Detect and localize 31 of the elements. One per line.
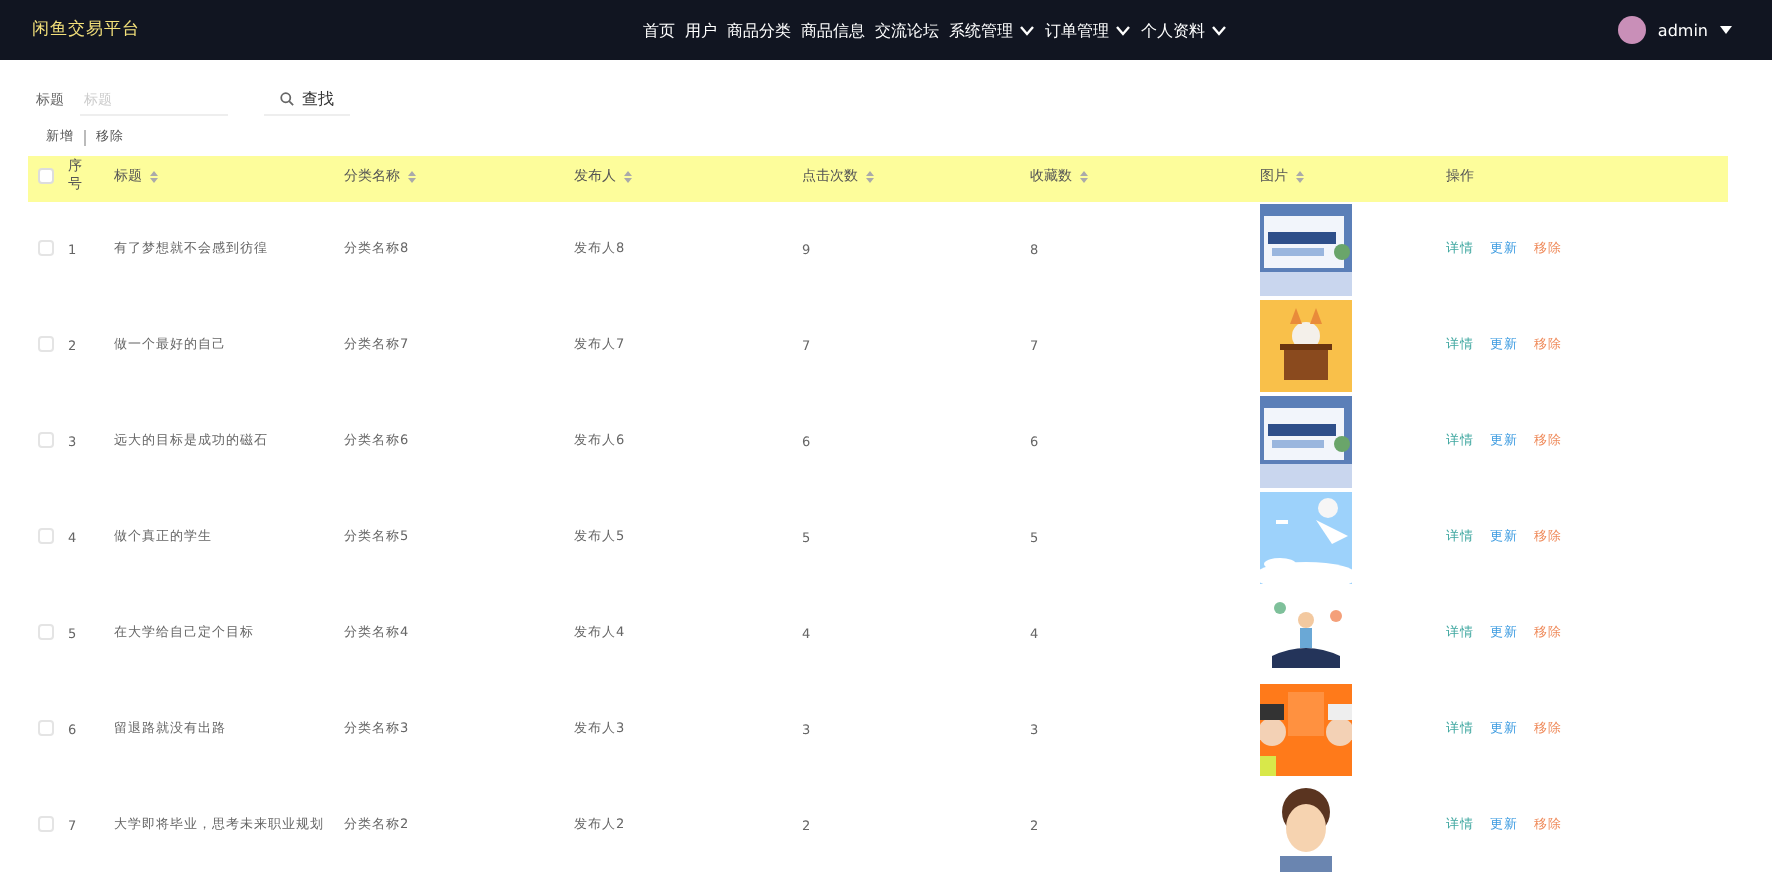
checkbox[interactable] — [38, 239, 54, 255]
checkbox[interactable] — [38, 168, 54, 185]
sort-icon[interactable] — [150, 169, 158, 184]
caret-icon — [1212, 25, 1227, 35]
nav-item[interactable]: 订单管理 — [1044, 19, 1131, 41]
sort-icon[interactable] — [1296, 169, 1304, 184]
user-menu[interactable]: admin — [1657, 21, 1708, 39]
app-title: 闲鱼交易平台 — [32, 18, 142, 42]
checkbox[interactable] — [38, 335, 54, 351]
nav-item[interactable]: 用户 — [684, 19, 717, 41]
nav-item[interactable]: 首页 — [642, 19, 675, 41]
nav-item[interactable]: 商品信息 — [800, 19, 865, 41]
checkbox[interactable] — [38, 527, 54, 543]
checkbox[interactable] — [38, 623, 54, 639]
search-button[interactable]: 查找 — [264, 84, 350, 116]
nav-item[interactable]: 系统管理 — [948, 19, 1035, 41]
avatar[interactable] — [1617, 16, 1646, 44]
checkbox[interactable] — [38, 815, 54, 831]
caret-icon — [1720, 26, 1732, 34]
checkbox[interactable] — [38, 431, 54, 447]
search-icon — [280, 92, 294, 106]
nav-item[interactable]: 个人资料 — [1140, 19, 1227, 41]
sort-icon[interactable] — [624, 169, 632, 184]
sort-icon[interactable] — [408, 169, 416, 184]
sort-icon[interactable] — [1080, 169, 1088, 184]
caret-icon — [1020, 25, 1035, 35]
caret-icon — [1116, 25, 1131, 35]
nav-item[interactable]: 商品分类 — [726, 19, 791, 41]
sort-icon[interactable] — [866, 169, 874, 184]
nav-item[interactable]: 交流论坛 — [874, 19, 939, 41]
checkbox[interactable] — [38, 719, 54, 735]
